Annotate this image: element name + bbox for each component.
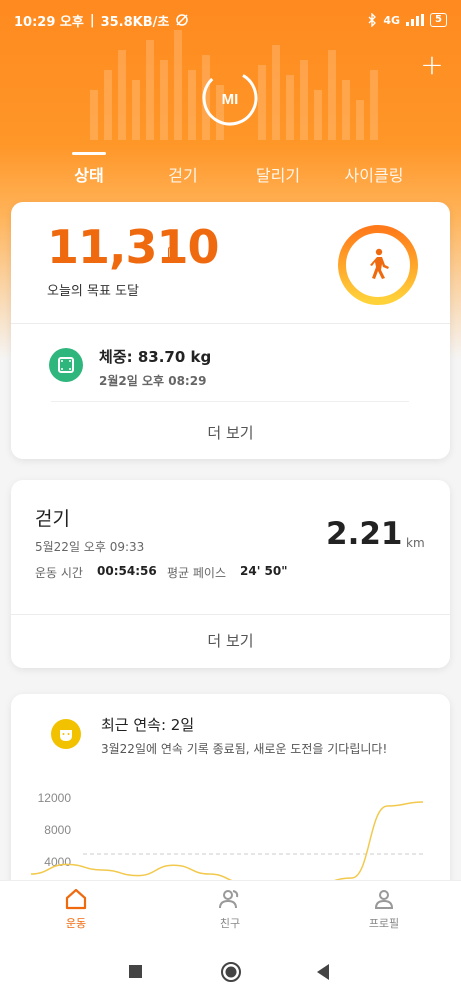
y-tick-label: 8000 bbox=[44, 823, 71, 837]
walking-card[interactable]: 걷기 5월22일 오후 09:33 운동 시간 00:54:56 평균 페이스 … bbox=[11, 480, 450, 668]
status-speed: 35.8KB/초 bbox=[100, 14, 170, 30]
mi-logo: MI bbox=[202, 70, 258, 126]
walk-distance: 2.21 bbox=[326, 516, 403, 552]
weight-value: 체중: 83.70 kg bbox=[99, 348, 212, 366]
back-icon[interactable] bbox=[314, 960, 332, 984]
card-divider bbox=[11, 614, 450, 615]
bottom-navigation: 운동 친구 프로필 bbox=[0, 880, 461, 944]
tab-walking[interactable]: 걷기 bbox=[150, 162, 216, 186]
duration-label: 운동 시간 bbox=[35, 566, 83, 580]
streak-subtitle: 3월22일에 연속 기록 종료됨, 새로운 도전을 기다립니다! bbox=[101, 742, 388, 756]
nav-exercise[interactable]: 운동 bbox=[36, 887, 116, 931]
summary-card[interactable]: 11,310 오늘의 목표 도달 체중: 83.70 kg 2월2일 오후 08… bbox=[11, 202, 450, 459]
friends-icon bbox=[219, 890, 239, 909]
streak-badge-icon bbox=[51, 719, 81, 749]
steps-line bbox=[30, 801, 424, 885]
inner-divider bbox=[51, 401, 409, 402]
streak-title: 최근 연속: 2일 bbox=[101, 716, 195, 734]
signal-icon bbox=[406, 14, 425, 26]
y-tick-label: 12000 bbox=[38, 791, 72, 805]
summary-more-button[interactable]: 더 보기 bbox=[11, 422, 450, 443]
battery-indicator: 5 bbox=[430, 13, 447, 27]
network-type: 4G bbox=[383, 13, 401, 27]
home-icon bbox=[65, 888, 87, 910]
tab-status[interactable]: 상태 bbox=[56, 162, 122, 186]
active-tab-indicator bbox=[72, 152, 106, 155]
home-circle-icon[interactable] bbox=[219, 960, 243, 984]
nav-friends-label: 친구 bbox=[219, 917, 241, 930]
walk-date: 5월22일 오후 09:33 bbox=[35, 540, 145, 554]
scale-icon bbox=[49, 348, 83, 382]
step-count: 11,310 bbox=[47, 220, 220, 274]
walk-title: 걷기 bbox=[35, 508, 70, 530]
card-divider bbox=[11, 323, 450, 324]
pace-label: 평균 페이스 bbox=[167, 566, 227, 580]
distance-unit: km bbox=[406, 536, 425, 550]
walking-icon bbox=[370, 248, 389, 279]
duration-value: 00:54:56 bbox=[97, 564, 157, 578]
goal-label: 오늘의 목표 도달 bbox=[47, 284, 139, 299]
sync-off-icon bbox=[176, 14, 189, 26]
step-goal-ring bbox=[338, 225, 418, 305]
status-divider: | bbox=[89, 12, 95, 28]
pace-value: 24' 50" bbox=[240, 564, 288, 578]
phone-icon bbox=[168, 247, 175, 259]
nav-exercise-label: 운동 bbox=[65, 917, 87, 930]
tab-cycling[interactable]: 사이클링 bbox=[334, 162, 414, 186]
profile-icon bbox=[374, 890, 394, 909]
add-button[interactable]: + bbox=[417, 50, 447, 80]
steps-chart: 12000 8000 4000 bbox=[30, 791, 424, 885]
bluetooth-icon bbox=[368, 13, 377, 27]
nav-profile-label: 프로필 bbox=[368, 917, 400, 930]
recents-icon[interactable] bbox=[128, 960, 144, 984]
y-tick-label: 4000 bbox=[44, 855, 71, 869]
nav-profile[interactable]: 프로필 bbox=[344, 887, 424, 931]
status-time: 10:29 오후 bbox=[14, 14, 84, 30]
walk-more-button[interactable]: 더 보기 bbox=[11, 630, 450, 651]
tab-running[interactable]: 달리기 bbox=[240, 162, 316, 186]
status-bar: 10:29 오후 | 35.8KB/초 4G 5 bbox=[0, 0, 461, 40]
nav-friends[interactable]: 친구 bbox=[190, 887, 270, 931]
system-navigation bbox=[0, 944, 461, 1000]
weight-date: 2월2일 오후 08:29 bbox=[99, 374, 207, 388]
mi-logo-text: MI bbox=[222, 91, 239, 108]
